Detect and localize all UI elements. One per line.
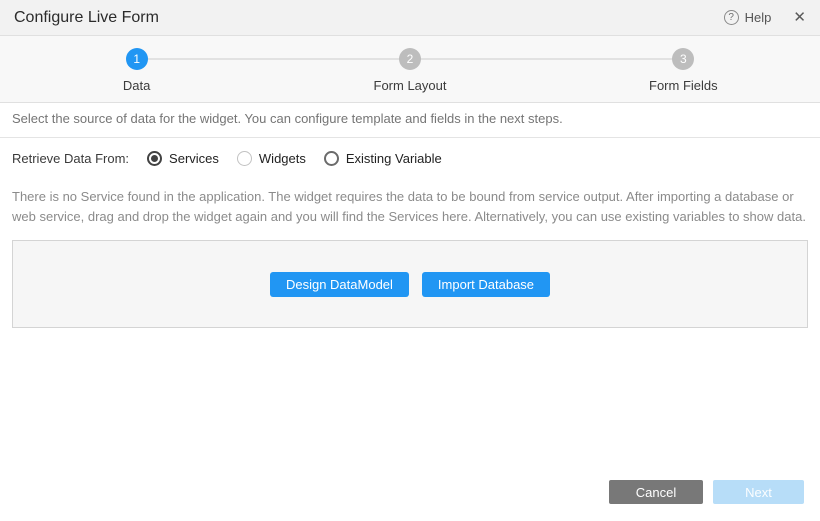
- radio-widgets-label: Widgets: [259, 151, 306, 166]
- radio-services-icon: [147, 151, 162, 166]
- radio-services-label: Services: [169, 151, 219, 166]
- radio-option-services[interactable]: Services: [147, 151, 219, 166]
- empty-state-panel: Design DataModel Import Database: [12, 240, 808, 328]
- radio-existing-variable-label: Existing Variable: [346, 151, 442, 166]
- design-datamodel-button[interactable]: Design DataModel: [270, 272, 409, 297]
- wizard-stepper: 1 Data 2 Form Layout 3 Form Fields: [0, 36, 820, 103]
- step-form-fields[interactable]: 3 Form Fields: [547, 36, 820, 102]
- titlebar-actions: ? Help ✕: [724, 10, 806, 25]
- step-data-circle: 1: [126, 48, 148, 70]
- step-form-fields-circle: 3: [672, 48, 694, 70]
- import-database-button[interactable]: Import Database: [422, 272, 550, 297]
- cancel-button[interactable]: Cancel: [609, 480, 703, 504]
- step-form-layout-circle: 2: [399, 48, 421, 70]
- dialog-titlebar: Configure Live Form ? Help ✕: [0, 0, 820, 36]
- retrieve-data-label: Retrieve Data From:: [12, 151, 129, 166]
- help-label: Help: [745, 10, 772, 25]
- close-icon[interactable]: ✕: [793, 10, 806, 25]
- dialog-footer: Cancel Next: [609, 480, 804, 504]
- step-data[interactable]: 1 Data: [0, 36, 273, 102]
- radio-existing-variable-icon: [324, 151, 339, 166]
- dialog-title: Configure Live Form: [14, 9, 159, 27]
- help-icon: ?: [724, 10, 739, 25]
- configure-live-form-dialog: Configure Live Form ? Help ✕ 1 Data 2 Fo…: [0, 0, 820, 328]
- retrieve-data-row: Retrieve Data From: Services Widgets Exi…: [0, 138, 820, 179]
- step-form-layout[interactable]: 2 Form Layout: [273, 36, 546, 102]
- step-data-label: Data: [123, 78, 150, 93]
- step-form-layout-label: Form Layout: [374, 78, 447, 93]
- next-button[interactable]: Next: [713, 480, 804, 504]
- help-button[interactable]: ? Help: [724, 10, 772, 25]
- radio-widgets-icon: [237, 151, 252, 166]
- radio-option-widgets[interactable]: Widgets: [237, 151, 306, 166]
- stepper-steps: 1 Data 2 Form Layout 3 Form Fields: [0, 36, 820, 102]
- no-service-notice: There is no Service found in the applica…: [0, 179, 820, 227]
- radio-option-existing-variable[interactable]: Existing Variable: [324, 151, 442, 166]
- intro-text: Select the source of data for the widget…: [0, 103, 820, 138]
- step-form-fields-label: Form Fields: [649, 78, 718, 93]
